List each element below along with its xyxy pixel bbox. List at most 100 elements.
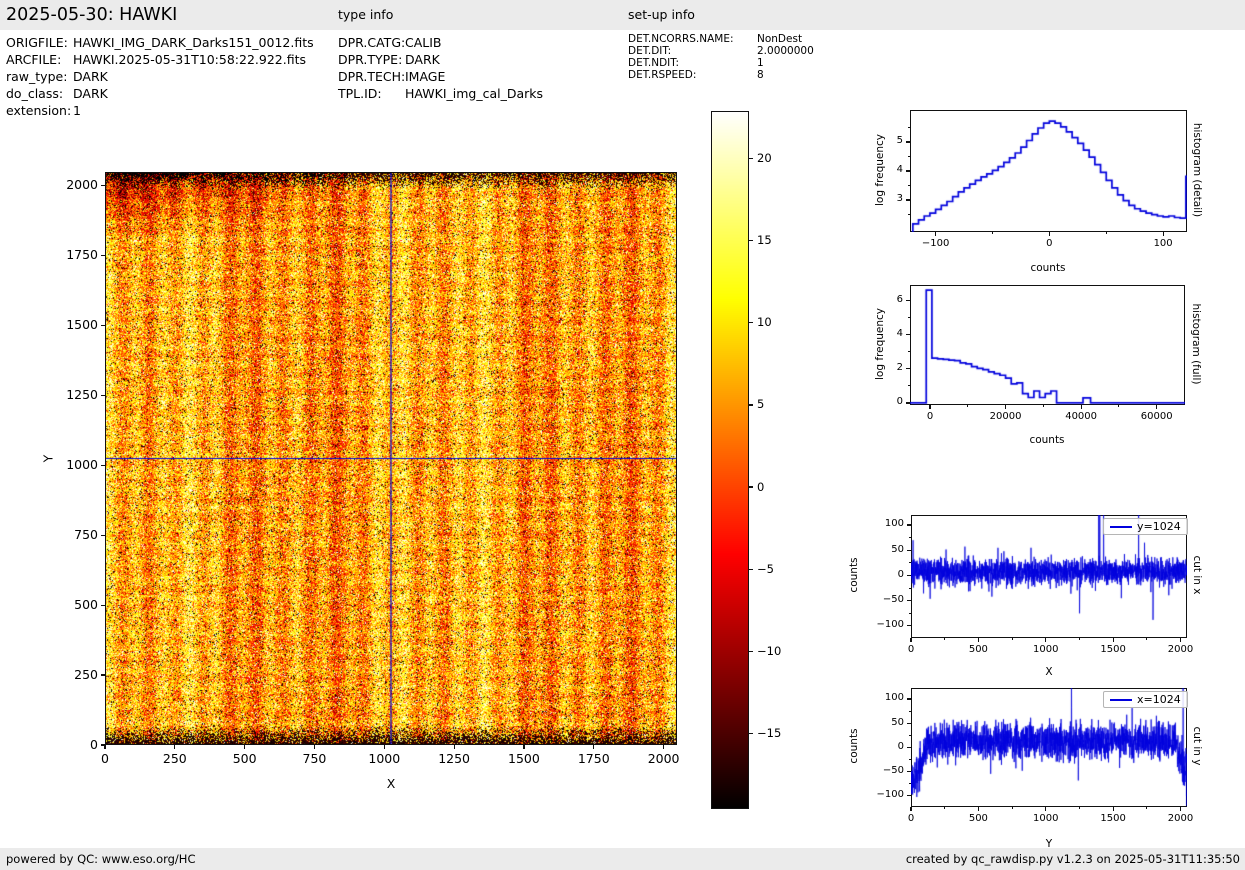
info-value: DARK xyxy=(73,68,108,85)
y-axis-minor-tick xyxy=(909,759,911,760)
x-axis-minor-tick xyxy=(1146,807,1147,809)
y-axis-tick xyxy=(907,795,911,796)
colorbar-tick xyxy=(749,569,753,570)
info-label: TPL.ID: xyxy=(338,85,405,102)
y-tick-label: −100 xyxy=(844,789,904,800)
x-axis-minor-tick xyxy=(944,807,945,809)
setup-info-heading: set-up info xyxy=(628,0,695,30)
x-tick-label: 2000 xyxy=(629,751,699,766)
x-axis-tick xyxy=(935,232,936,236)
info-row: DET.DIT:2.0000000 xyxy=(628,45,814,57)
y-axis-tick xyxy=(906,300,910,301)
y-axis-tick xyxy=(907,747,911,748)
x-axis-tick xyxy=(929,405,930,409)
colorbar-tick-label: −10 xyxy=(757,644,781,658)
file-info-block: ORIGFILE:HAWKI_IMG_DARK_Darks151_0012.fi… xyxy=(6,34,314,119)
y-tick-label: 6 xyxy=(843,294,903,305)
y-axis-tick xyxy=(907,600,911,601)
x-axis-tick xyxy=(384,745,385,749)
y-axis-tick xyxy=(101,325,105,326)
x-axis-minor-tick xyxy=(944,638,945,640)
info-value: HAWKI_img_cal_Darks xyxy=(405,85,543,102)
x-axis-tick xyxy=(1180,638,1181,642)
x-tick-label: 2000 xyxy=(1146,813,1216,824)
x-axis-tick xyxy=(174,745,175,749)
y-tick-label: 4 xyxy=(843,164,903,175)
histogram-full-right-label: histogram (full) xyxy=(1190,284,1202,404)
cut-in-x-legend: y=1024 xyxy=(1103,518,1188,535)
x-axis-minor-tick xyxy=(1118,405,1119,407)
y-axis-tick xyxy=(101,674,105,675)
main-x-axis-label: X xyxy=(361,776,421,791)
info-value: DARK xyxy=(405,51,440,68)
y-tick-label: 2 xyxy=(843,362,903,373)
type-info-heading: type info xyxy=(338,0,393,30)
info-value: 2.0000000 xyxy=(757,45,814,57)
x-tick-label: 100 xyxy=(1128,238,1198,249)
header-bar xyxy=(0,0,1245,30)
colorbar-tick xyxy=(749,486,753,487)
y-tick-label: 0 xyxy=(844,569,904,580)
y-tick-label: 50 xyxy=(844,544,904,555)
x-tick-label: 0 xyxy=(895,411,965,422)
x-tick-label: 40000 xyxy=(1046,411,1116,422)
x-axis-tick xyxy=(523,745,524,749)
info-label: ARCFILE: xyxy=(6,51,73,68)
x-tick-label: 500 xyxy=(943,813,1013,824)
x-axis-tick xyxy=(1180,807,1181,811)
y-axis-tick xyxy=(906,170,910,171)
info-label: DPR.CATG: xyxy=(338,34,405,51)
x-axis-tick xyxy=(1156,405,1157,409)
x-axis-tick xyxy=(1081,405,1082,409)
y-axis-tick xyxy=(906,141,910,142)
y-axis-tick xyxy=(907,723,911,724)
legend-label: y=1024 xyxy=(1137,520,1181,533)
y-tick-label: 0 xyxy=(843,396,903,407)
y-axis-minor-tick xyxy=(909,711,911,712)
colorbar-tick xyxy=(749,322,753,323)
x-axis-tick xyxy=(910,638,911,642)
footer-created-by: created by qc_rawdisp.py v1.2.3 on 2025-… xyxy=(906,848,1240,870)
x-tick-label: 1500 xyxy=(1078,813,1148,824)
colorbar-tick-label: 10 xyxy=(757,315,772,329)
info-row: extension:1 xyxy=(6,102,314,119)
info-value: 1 xyxy=(73,102,81,119)
info-row: TPL.ID:HAWKI_img_cal_Darks xyxy=(338,85,543,102)
y-axis-minor-tick xyxy=(908,214,910,215)
info-label: raw_type: xyxy=(6,68,73,85)
x-tick-label: 20000 xyxy=(971,411,1041,422)
info-label: DET.NDIT: xyxy=(628,57,757,69)
x-tick-label: 0 xyxy=(1014,238,1084,249)
y-axis-tick xyxy=(101,535,105,536)
y-axis-tick xyxy=(101,395,105,396)
y-tick-label: −100 xyxy=(844,619,904,630)
y-tick-label: 1500 xyxy=(38,317,98,332)
histogram-full-canvas xyxy=(910,285,1185,405)
info-label: DET.NCORRS.NAME: xyxy=(628,33,757,45)
y-axis-tick xyxy=(906,199,910,200)
y-axis-tick xyxy=(101,185,105,186)
y-axis-minor-tick xyxy=(909,537,911,538)
x-tick-label: 1750 xyxy=(559,751,629,766)
x-axis-minor-tick xyxy=(1106,232,1107,234)
info-label: DET.DIT: xyxy=(628,45,757,57)
legend-line-sample xyxy=(1110,699,1132,701)
y-tick-label: 5 xyxy=(843,135,903,146)
x-tick-label: 500 xyxy=(943,644,1013,655)
colorbar-tick-label: −5 xyxy=(757,562,774,576)
histogram-detail-canvas xyxy=(910,110,1187,232)
x-tick-label: 250 xyxy=(140,751,210,766)
y-tick-label: 3 xyxy=(843,193,903,204)
y-axis-tick xyxy=(907,698,911,699)
info-label: DET.RSPEED: xyxy=(628,69,757,81)
y-tick-label: 1250 xyxy=(38,387,98,402)
x-axis-tick xyxy=(593,745,594,749)
x-tick-label: 1500 xyxy=(1078,644,1148,655)
colorbar-tick-label: 0 xyxy=(757,480,764,494)
y-tick-label: −50 xyxy=(844,594,904,605)
info-row: DET.RSPEED:8 xyxy=(628,69,814,81)
y-axis-tick xyxy=(907,625,911,626)
x-axis-tick xyxy=(663,745,664,749)
x-axis-tick xyxy=(1045,638,1046,642)
y-tick-label: 100 xyxy=(844,692,904,703)
